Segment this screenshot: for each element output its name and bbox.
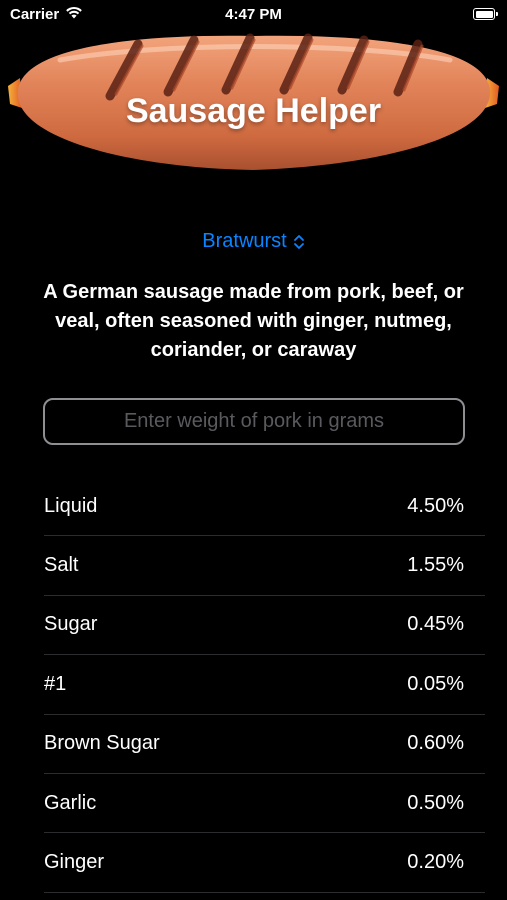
ingredient-name: #1: [44, 672, 67, 695]
ingredient-name: Salt: [44, 554, 79, 577]
ingredient-percent: 0.50%: [407, 791, 464, 814]
ingredient-name: Brown Sugar: [44, 732, 160, 755]
ingredient-row: Ginger 0.20%: [44, 833, 485, 893]
ingredient-row: Brown Sugar 0.60%: [44, 715, 485, 774]
ingredient-percent: 4.50%: [407, 494, 464, 517]
ingredient-row: Salt 1.55%: [44, 536, 485, 596]
sausage-picker-label[interactable]: Bratwurst: [202, 230, 286, 253]
ingredient-percent: 1.55%: [407, 554, 464, 577]
sausage-description: A German sausage made from pork, beef, o…: [43, 281, 464, 361]
ingredient-percent: 0.20%: [407, 851, 464, 874]
battery-level: [475, 10, 493, 18]
ingredient-name: Liquid: [44, 494, 98, 517]
page-title: Sausage Helper: [125, 92, 382, 130]
ingredient-row: Sugar 0.45%: [44, 596, 485, 656]
status-time: 4:47 PM: [225, 6, 282, 23]
battery-icon: [473, 8, 498, 20]
ingredient-name: Sugar: [44, 613, 98, 636]
chevron-up-down-icon[interactable]: [293, 234, 305, 250]
pork-weight-input[interactable]: [43, 398, 465, 445]
ingredient-row: #1 0.05%: [44, 655, 485, 715]
ingredient-row: Liquid 4.50%: [44, 477, 485, 537]
ingredient-name: Garlic: [44, 791, 97, 814]
ingredient-percent: 0.45%: [407, 613, 464, 636]
ingredient-list: Liquid 4.50% Salt 1.55% Sugar 0.45% #1 0…: [44, 477, 485, 893]
sausage-picker[interactable]: Bratwurst: [0, 230, 507, 253]
ingredient-percent: 0.60%: [407, 732, 464, 755]
ingredient-percent: 0.05%: [407, 672, 464, 695]
ingredient-name: Ginger: [44, 851, 105, 874]
header: Sausage Helper: [0, 28, 507, 178]
ingredient-row: Garlic 0.50%: [44, 774, 485, 834]
